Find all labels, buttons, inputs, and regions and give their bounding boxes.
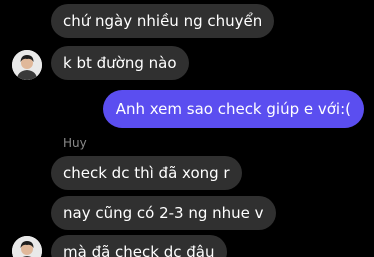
- user-avatar-icon: [12, 50, 42, 80]
- message-text: chứ ngày nhiều ng chuyển: [63, 12, 263, 30]
- message-text: Anh xem sao check giúp e với:(: [115, 100, 351, 118]
- message-text: check dc thì đã xong r: [63, 164, 230, 182]
- message-text: nay cũng có 2-3 ng nhue v: [63, 204, 264, 222]
- user-avatar-icon: [12, 236, 42, 257]
- avatar[interactable]: [12, 50, 42, 80]
- message-bubble[interactable]: nay cũng có 2-3 ng nhue v: [51, 196, 276, 230]
- message-bubble[interactable]: chứ ngày nhiều ng chuyển: [51, 4, 275, 38]
- avatar[interactable]: [12, 236, 42, 257]
- message-text: k bt đường nào: [63, 54, 177, 72]
- message-bubble[interactable]: mà đã check dc đâu: [51, 235, 227, 257]
- chat-thread: chứ ngày nhiều ng chuyển k bt đường nào …: [0, 0, 374, 257]
- message-bubble-sent[interactable]: Anh xem sao check giúp e với:(: [102, 90, 364, 128]
- message-text: mà đã check dc đâu: [63, 243, 215, 257]
- message-bubble[interactable]: check dc thì đã xong r: [51, 156, 242, 190]
- message-bubble[interactable]: k bt đường nào: [51, 46, 189, 80]
- sender-name: Huy: [63, 136, 87, 150]
